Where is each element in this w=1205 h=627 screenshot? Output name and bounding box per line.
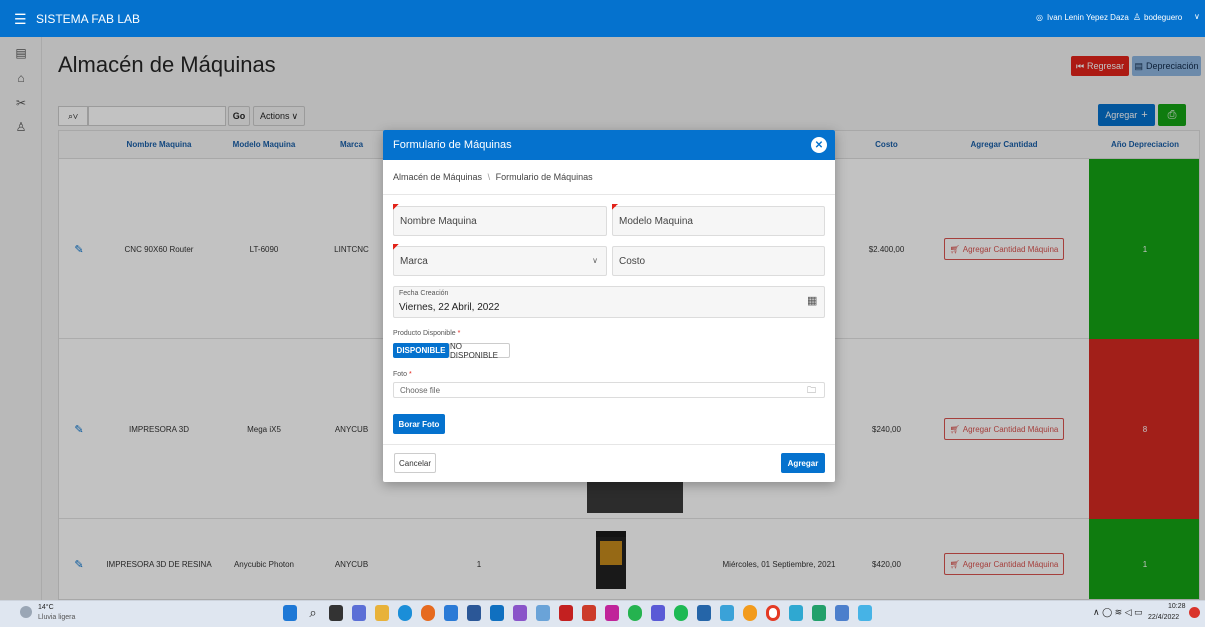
- clock-date[interactable]: 22/4/2022: [1148, 614, 1179, 621]
- notification-icon[interactable]: [1189, 607, 1200, 618]
- weather-icon: [20, 606, 32, 618]
- task-view-icon[interactable]: [329, 605, 343, 621]
- chevron-down-icon[interactable]: ∨: [1194, 12, 1200, 21]
- weather-temp[interactable]: 14°C: [38, 604, 54, 611]
- folder-icon[interactable]: 🗀: [807, 383, 816, 399]
- app-icon[interactable]: [789, 605, 803, 621]
- required-marker: [393, 244, 399, 250]
- foto-label: Foto *: [393, 371, 412, 378]
- nombre-field[interactable]: Nombre Maquina: [393, 206, 607, 236]
- disponible-label: Producto Disponible *: [393, 330, 461, 337]
- firefox-icon[interactable]: [421, 605, 435, 621]
- role-menu[interactable]: bodeguero: [1144, 13, 1182, 22]
- user-name[interactable]: Ivan Lenin Yepez Daza: [1047, 13, 1129, 22]
- required-asterisk: *: [457, 330, 461, 337]
- breadcrumb-separator: \: [487, 172, 491, 182]
- app-icon[interactable]: [743, 605, 757, 621]
- file-explorer-icon[interactable]: [375, 605, 389, 621]
- machine-form-dialog: Formulario de Máquinas ✕ Almacén de Máqu…: [383, 130, 835, 482]
- calendar-icon[interactable]: ▦: [807, 294, 817, 307]
- disponible-on-toggle[interactable]: DISPONIBLE: [393, 343, 449, 358]
- required-asterisk: *: [408, 371, 412, 378]
- modelo-field[interactable]: Modelo Maquina: [612, 206, 825, 236]
- divider: [383, 194, 835, 195]
- store-icon[interactable]: [444, 605, 458, 621]
- system-tray-icons[interactable]: ∧ ◯ ≋ ◁ ▭: [1093, 607, 1143, 618]
- required-marker: [393, 204, 399, 210]
- user-icon: ◎: [1036, 13, 1043, 22]
- costo-field[interactable]: Costo: [612, 246, 825, 276]
- breadcrumb-current: Formulario de Máquinas: [495, 172, 593, 182]
- app-icon[interactable]: [559, 605, 573, 621]
- visual-studio-icon[interactable]: [513, 605, 527, 621]
- required-marker: [612, 204, 618, 210]
- dialog-header: Formulario de Máquinas ✕: [383, 130, 835, 160]
- photos-icon[interactable]: [835, 605, 849, 621]
- weather-desc[interactable]: Lluvia ligera: [38, 614, 75, 621]
- disponible-off-toggle[interactable]: NO DISPONIBLE: [449, 342, 510, 360]
- breadcrumb-parent[interactable]: Almacén de Máquinas: [393, 172, 482, 182]
- app-title[interactable]: SISTEMA FAB LAB: [36, 12, 140, 26]
- app-icon[interactable]: [812, 605, 826, 621]
- shield-icon[interactable]: [536, 605, 550, 621]
- chat-icon[interactable]: [352, 605, 366, 621]
- app-icon[interactable]: [720, 605, 734, 621]
- edge-icon[interactable]: [398, 605, 412, 621]
- breadcrumb: Almacén de Máquinas \ Formulario de Máqu…: [393, 172, 593, 182]
- app-icon[interactable]: [467, 605, 481, 621]
- start-icon[interactable]: [283, 605, 297, 621]
- teams-icon[interactable]: [651, 605, 665, 621]
- fecha-label: Fecha Creación: [399, 290, 449, 297]
- divider: [383, 444, 835, 445]
- top-bar: ☰ SISTEMA FAB LAB ◎ Ivan Lenin Yepez Daz…: [0, 0, 1205, 37]
- fecha-value: Viernes, 22 Abril, 2022: [399, 302, 500, 313]
- word-icon[interactable]: [697, 605, 711, 621]
- vscode-icon[interactable]: [490, 605, 504, 621]
- clock-time[interactable]: 10:28: [1168, 603, 1186, 610]
- search-icon[interactable]: ⌕: [306, 605, 320, 621]
- marca-select[interactable]: Marca ∨: [393, 246, 607, 276]
- chevron-down-icon: ∨: [592, 256, 598, 265]
- taskbar: [0, 600, 1205, 627]
- app-icon[interactable]: [858, 605, 872, 621]
- spotify-icon[interactable]: [674, 605, 688, 621]
- opera-icon[interactable]: [766, 605, 780, 621]
- app-icon[interactable]: [605, 605, 619, 621]
- borrar-foto-button[interactable]: Borar Foto: [393, 414, 445, 434]
- cancel-button[interactable]: Cancelar: [394, 453, 436, 473]
- close-icon[interactable]: ✕: [811, 137, 827, 153]
- menu-icon[interactable]: ☰: [14, 11, 27, 28]
- submit-button[interactable]: Agregar: [781, 453, 825, 473]
- foto-file-input[interactable]: Choose file: [393, 382, 825, 398]
- dialog-title: Formulario de Máquinas: [393, 139, 512, 151]
- illustrator-icon[interactable]: [582, 605, 596, 621]
- role-user-icon: ♙: [1133, 12, 1142, 22]
- whatsapp-icon[interactable]: [628, 605, 642, 621]
